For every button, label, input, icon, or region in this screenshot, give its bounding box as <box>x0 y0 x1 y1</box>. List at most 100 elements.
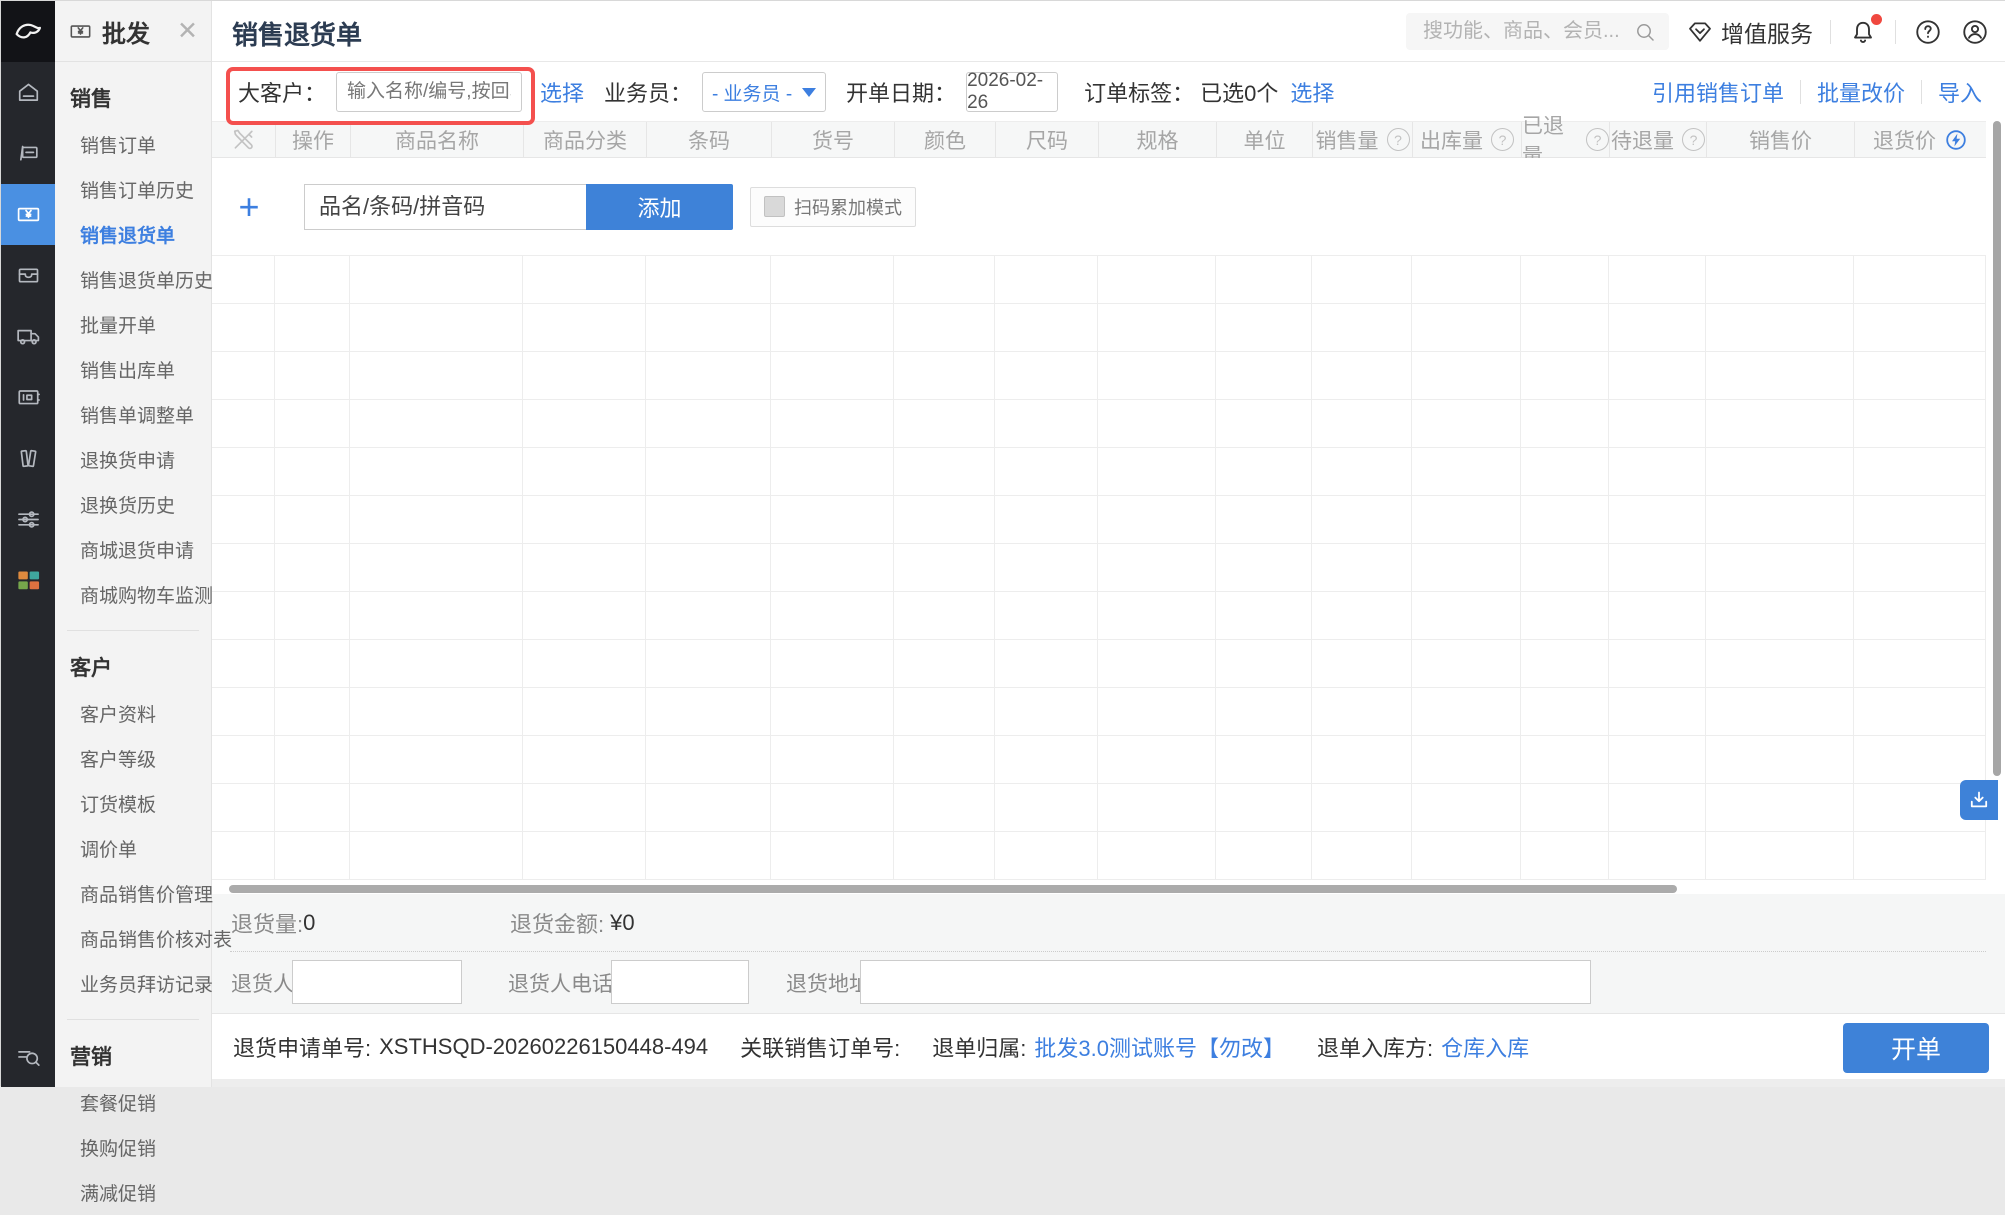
items-grid <box>212 255 1986 880</box>
sidebar-item[interactable]: 商城购物车监测 <box>55 572 213 617</box>
home-icon[interactable] <box>1 62 55 123</box>
toolbar-link[interactable]: 引用销售订单 <box>1652 76 1784 108</box>
divider <box>1895 19 1896 44</box>
customer-input[interactable] <box>336 72 523 112</box>
date-label: 开单日期： <box>846 81 957 106</box>
notification-dot <box>1871 13 1882 25</box>
create-order-button[interactable]: 开单 <box>1843 1023 1989 1073</box>
sidebar-item[interactable]: 退换货申请 <box>55 437 211 482</box>
tag-count: 已选0个 <box>1200 81 1279 106</box>
help-circle-icon[interactable]: ? <box>1386 128 1410 151</box>
apps-icon[interactable] <box>1 550 55 611</box>
sidebar-item[interactable]: 调价单 <box>55 826 211 871</box>
column-header: 已退量? <box>1521 115 1609 168</box>
sidebar-item[interactable]: 业务员拜访记录 <box>55 961 213 1006</box>
column-header: 尺码 <box>995 122 1098 157</box>
return-amount-label: 退货金额: <box>510 912 605 937</box>
sidebar-item[interactable]: 客户等级 <box>55 736 211 781</box>
banknote-icon[interactable] <box>1 184 55 245</box>
return-phone-input[interactable] <box>611 960 749 1004</box>
logo[interactable] <box>1 1 55 62</box>
column-header: 操作 <box>275 122 350 157</box>
drawer-icon[interactable] <box>1 245 55 306</box>
tag-select-link[interactable]: 选择 <box>1290 76 1334 108</box>
bell-icon[interactable] <box>1848 13 1882 47</box>
grid-line <box>994 256 995 880</box>
product-search-input[interactable] <box>304 183 586 230</box>
toolbar-link[interactable]: 导入 <box>1938 76 1982 108</box>
app-window: 批发 ✕ 销售 销售订单 销售订单历史 销售退货单 销售退货单历史 批量开单 销售出库单 销售… <box>0 0 2005 1205</box>
column-header: 商品分类 <box>523 122 646 157</box>
customer-label: 大客户： <box>238 81 327 106</box>
return-person-input[interactable] <box>292 960 462 1004</box>
search-input[interactable] <box>1421 19 1633 44</box>
order-owner: 退单归属: 批发3.0测试账号【勿改】 <box>932 1031 1285 1063</box>
vertical-scrollbar[interactable] <box>1993 121 2001 776</box>
grid-line <box>349 256 350 880</box>
sidebar-item[interactable]: 订货模板 <box>55 781 211 826</box>
sidebar-item[interactable]: 销售退货单 <box>55 212 211 257</box>
cashbox-icon[interactable] <box>1 367 55 428</box>
related-order-label: 关联销售订单号: <box>740 1036 901 1061</box>
sidebar-item[interactable]: 客户资料 <box>55 691 211 736</box>
account-icon[interactable] <box>1960 17 1990 47</box>
sidebar-item[interactable]: 满减促销 <box>55 1170 211 1215</box>
truck-icon[interactable] <box>1 306 55 367</box>
sliders-icon[interactable] <box>1 489 55 550</box>
column-header: 出库量? <box>1412 122 1521 157</box>
sidebar-item[interactable]: 批量开单 <box>55 302 211 347</box>
sidebar-item[interactable]: 商品销售价核对表 <box>55 916 232 961</box>
return-qty: 退货量: 0 <box>231 894 315 952</box>
sidebar-item[interactable]: 商城退货申请 <box>55 527 211 572</box>
help-circle-icon[interactable]: ? <box>1682 128 1705 151</box>
close-icon[interactable]: ✕ <box>177 18 198 44</box>
customer-select-link[interactable]: 选择 <box>540 76 584 108</box>
grid-line <box>770 256 771 880</box>
footer-bar: 退货申请单号: XSTHSQD-20260226150448-494 关联销售订… <box>212 1013 2005 1079</box>
download-button[interactable] <box>1960 780 1998 820</box>
divider <box>1830 19 1831 44</box>
salesman-value: - 业务员 - <box>711 83 793 105</box>
sidebar-item[interactable]: 销售订单历史 <box>55 167 211 212</box>
sidebar-item[interactable]: 退换货历史 <box>55 482 211 527</box>
help-circle-icon[interactable]: ? <box>1491 128 1514 151</box>
page-title: 销售退货单 <box>232 20 363 50</box>
inbound-method-link[interactable]: 仓库入库 <box>1441 1031 1529 1063</box>
sidebar-item[interactable]: 销售退货单历史 <box>55 257 213 302</box>
sidebar-item[interactable]: 销售单调整单 <box>55 392 211 437</box>
column-settings-tools-icon[interactable] <box>212 122 275 157</box>
add-button[interactable]: 添加 <box>586 183 733 230</box>
global-search[interactable] <box>1406 13 1669 50</box>
sidebar-item[interactable]: 换购促销 <box>55 1125 211 1170</box>
sidebar-menu: 销售 销售订单 销售订单历史 销售退货单 销售退货单历史 批量开单 销售出库单 销售单调整单退… <box>55 62 232 1215</box>
search-list-icon[interactable] <box>1 1044 55 1071</box>
value-added-services-button[interactable]: 增值服务 <box>1686 15 1813 49</box>
search-icon[interactable] <box>1633 20 1657 44</box>
help-circle-icon[interactable]: ? <box>1586 128 1609 151</box>
ledger-icon[interactable] <box>1 428 55 489</box>
grid-line <box>893 256 894 880</box>
scan-accumulate-toggle[interactable]: 扫码累加模式 <box>750 186 916 227</box>
add-row-plus-icon[interactable]: + <box>212 188 286 225</box>
return-qty-value: 0 <box>303 910 316 935</box>
auto-price-flash-icon[interactable] <box>1944 128 1968 152</box>
return-address-input[interactable] <box>860 960 1591 1004</box>
checkbox[interactable] <box>764 196 785 217</box>
salesman-dropdown[interactable]: - 业务员 - <box>702 72 827 112</box>
column-header: 货号 <box>771 122 894 157</box>
date-input[interactable]: 2026-02-26 <box>966 70 1059 113</box>
help-icon[interactable] <box>1913 17 1943 47</box>
sidebar-item[interactable]: 套餐促销 <box>55 1080 211 1125</box>
gem-icon <box>1686 18 1714 46</box>
horizontal-scrollbar[interactable] <box>229 885 1677 893</box>
banknote-icon <box>68 19 93 44</box>
return-person-label: 退货人: <box>231 973 300 996</box>
sidebar-item[interactable]: 销售出库单 <box>55 347 211 392</box>
shelf-icon[interactable] <box>1 123 55 184</box>
order-owner-link[interactable]: 批发3.0测试账号【勿改】 <box>1034 1031 1285 1063</box>
sidebar-item[interactable]: 商品销售价管理 <box>55 871 213 916</box>
toolbar-link[interactable]: 批量改价 <box>1817 76 1905 108</box>
sidebar-item[interactable]: 销售订单 <box>55 122 211 167</box>
grid-line <box>274 256 275 880</box>
main-area: 销售退货单 增值服务 大客户： <box>212 1 2005 1087</box>
